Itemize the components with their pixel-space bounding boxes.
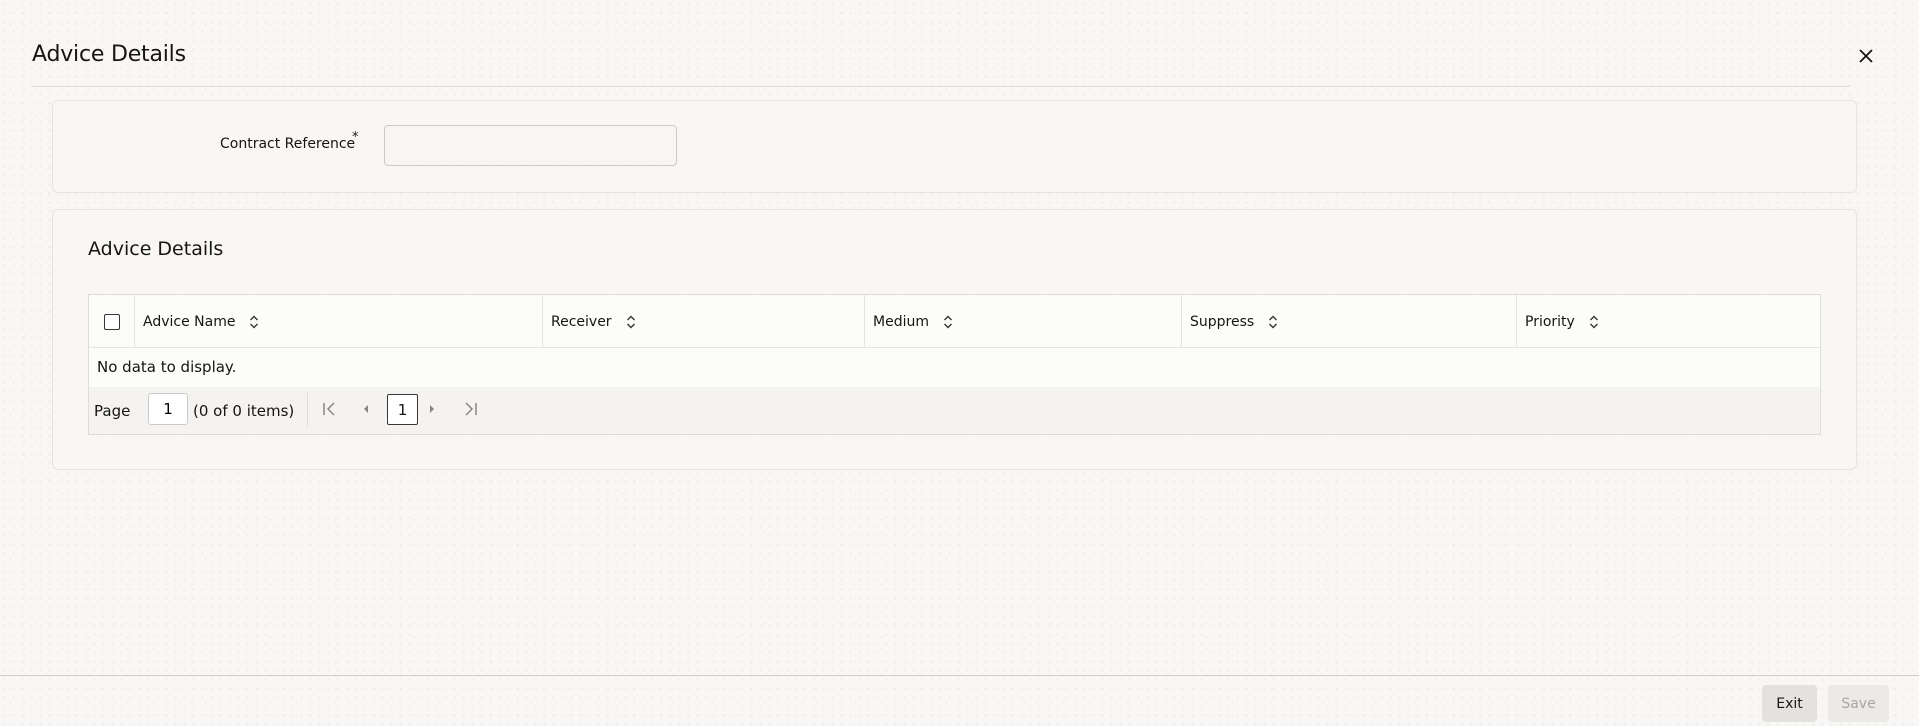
- column-header-advice-name[interactable]: Advice Name: [135, 295, 543, 348]
- sort-icon[interactable]: [1589, 315, 1599, 329]
- first-page-icon: [323, 402, 335, 416]
- close-button[interactable]: [1854, 44, 1878, 68]
- column-label: Receiver: [551, 313, 612, 330]
- column-header-receiver[interactable]: Receiver: [543, 295, 865, 348]
- sort-icon[interactable]: [1268, 315, 1278, 329]
- advice-details-dialog: Advice Details Contract Reference * Advi…: [0, 0, 1919, 726]
- advice-table: Advice Name Receiver Medium Suppress Pri…: [88, 294, 1821, 435]
- column-label: Medium: [873, 313, 929, 330]
- current-page-button[interactable]: 1: [387, 394, 418, 425]
- dialog-title: Advice Details: [32, 42, 186, 67]
- pagination-divider: [307, 393, 308, 427]
- first-page-button[interactable]: [321, 399, 339, 419]
- column-header-medium[interactable]: Medium: [865, 295, 1182, 348]
- footer-divider: [0, 675, 1919, 676]
- required-indicator: *: [352, 130, 359, 145]
- next-page-button[interactable]: [425, 399, 439, 419]
- last-page-icon: [465, 402, 477, 416]
- select-all-cell: [89, 295, 135, 348]
- contract-reference-label: Contract Reference: [220, 136, 356, 152]
- close-icon: [1859, 49, 1873, 63]
- save-button[interactable]: Save: [1828, 685, 1889, 722]
- column-header-priority[interactable]: Priority: [1517, 295, 1820, 348]
- sort-icon[interactable]: [249, 315, 259, 329]
- pagination-bar: Page (0 of 0 items) 1: [89, 387, 1820, 434]
- next-page-icon: [430, 405, 434, 413]
- column-label: Advice Name: [143, 313, 236, 330]
- table-header: Advice Name Receiver Medium Suppress Pri…: [89, 295, 1820, 348]
- title-divider: [32, 86, 1850, 87]
- sort-icon[interactable]: [626, 315, 636, 329]
- previous-page-button[interactable]: [359, 399, 373, 419]
- empty-table-message: No data to display.: [97, 358, 237, 376]
- contract-reference-input[interactable]: [384, 125, 677, 166]
- column-header-suppress[interactable]: Suppress: [1182, 295, 1517, 348]
- advice-details-section-title: Advice Details: [88, 238, 224, 260]
- column-label: Priority: [1525, 313, 1575, 330]
- exit-button[interactable]: Exit: [1762, 685, 1817, 722]
- page-number-input[interactable]: [148, 393, 188, 425]
- select-all-checkbox[interactable]: [104, 314, 120, 330]
- sort-icon[interactable]: [943, 315, 953, 329]
- page-label: Page: [94, 401, 131, 420]
- column-label: Suppress: [1190, 313, 1255, 330]
- previous-page-icon: [364, 405, 368, 413]
- last-page-button[interactable]: [461, 399, 479, 419]
- item-count: (0 of 0 items): [193, 401, 295, 420]
